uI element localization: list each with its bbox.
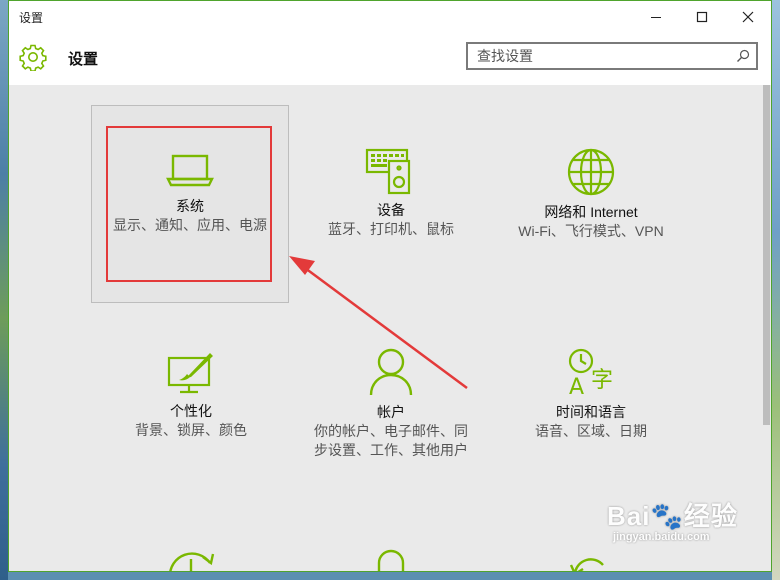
page-title: 设置 bbox=[68, 51, 99, 68]
close-button[interactable] bbox=[725, 1, 771, 33]
gear-icon bbox=[19, 44, 47, 71]
search-input[interactable] bbox=[468, 44, 727, 68]
minimize-icon bbox=[651, 17, 661, 18]
title-bar: 设置 bbox=[9, 1, 771, 33]
desktop-background-left bbox=[0, 0, 8, 580]
maximize-icon bbox=[696, 11, 708, 23]
scrollbar[interactable] bbox=[761, 85, 771, 571]
search-icon[interactable] bbox=[736, 49, 750, 63]
scrollbar-thumb[interactable] bbox=[763, 85, 770, 425]
search-box[interactable] bbox=[466, 42, 758, 70]
settings-header: 设置 bbox=[9, 33, 771, 85]
maximize-button[interactable] bbox=[679, 1, 725, 33]
baidu-watermark: Bai🐾经验 jingyan.baidu.com bbox=[607, 496, 738, 543]
close-icon bbox=[742, 11, 754, 23]
minimize-button[interactable] bbox=[633, 1, 679, 33]
settings-window: 设置 设置 查找设置 系统 显示、通知、应用、电源 设备 蓝牙、打印机、鼠标 网… bbox=[8, 0, 772, 572]
watermark-main: Bai🐾经验 bbox=[607, 501, 738, 531]
desktop-background-right bbox=[772, 0, 780, 580]
window-title: 设置 bbox=[19, 11, 44, 25]
